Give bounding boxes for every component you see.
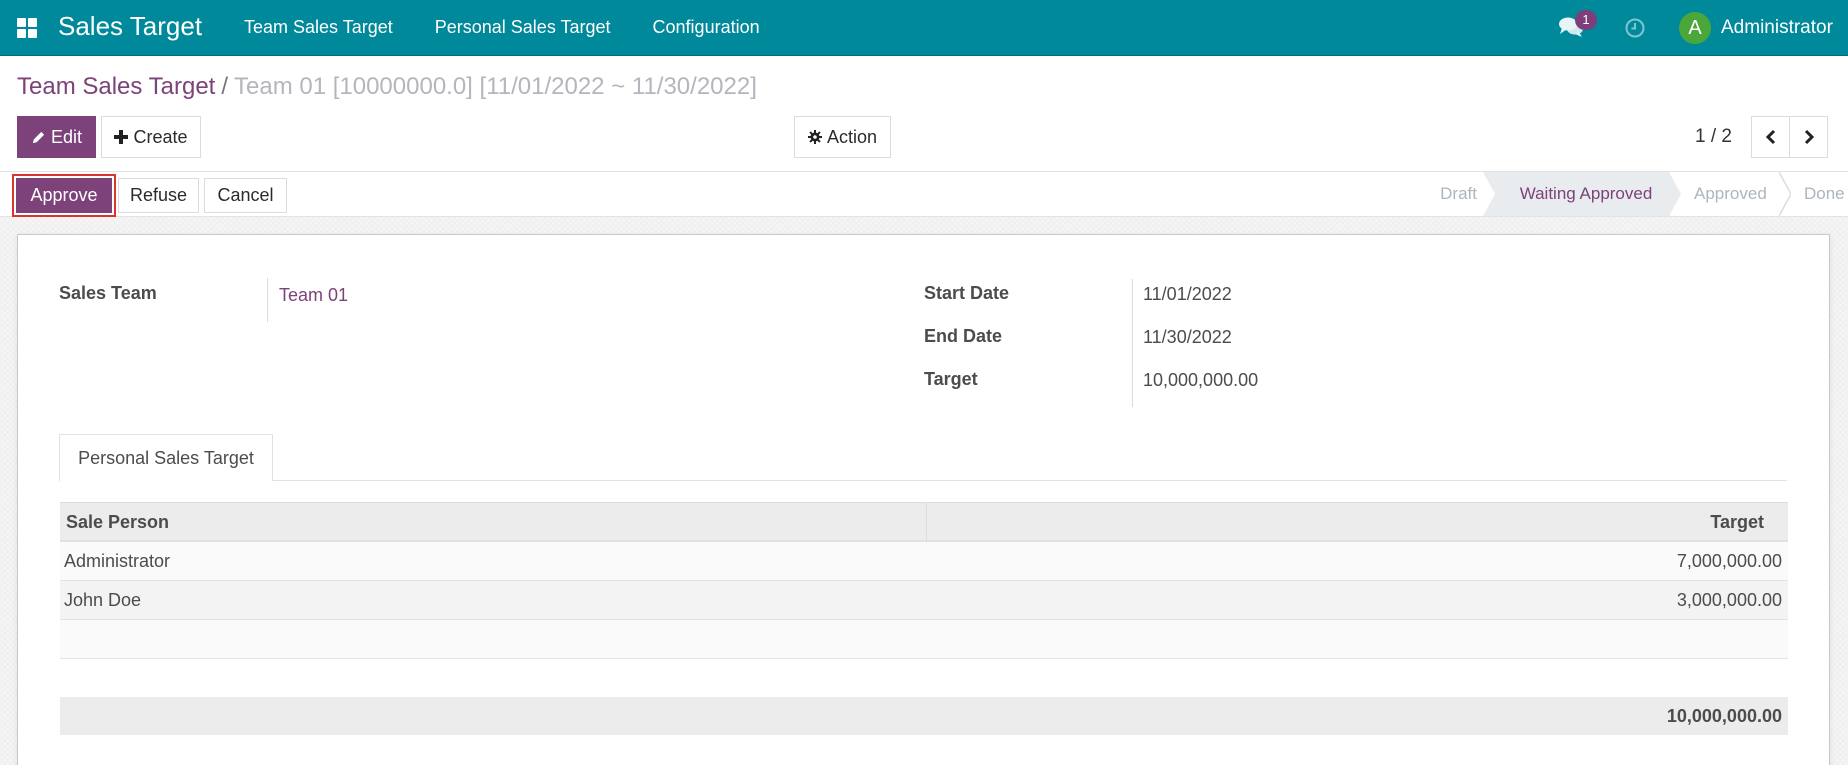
table-header: Sale Person Target xyxy=(60,502,1788,542)
end-date-value: 11/30/2022 xyxy=(1143,327,1232,347)
table-row[interactable]: Administrator 7,000,000.00 xyxy=(60,542,1788,581)
gear-icon xyxy=(807,130,822,144)
menu-team-sales-target[interactable]: Team Sales Target xyxy=(244,17,393,38)
create-button[interactable]: Create xyxy=(101,116,201,158)
table-footer-total: 10,000,000.00 xyxy=(60,697,1788,735)
stage-waiting-approved[interactable]: Waiting Approved xyxy=(1483,172,1681,216)
menu-configuration[interactable]: Configuration xyxy=(653,17,760,38)
table-spacer xyxy=(60,659,1788,697)
target-label: Target xyxy=(924,369,978,389)
table-row-empty xyxy=(60,620,1788,659)
plus-icon xyxy=(114,130,129,144)
row-sale-person: John Doe xyxy=(64,590,142,610)
breadcrumb: Team Sales Target / Team 01 [10000000.0] [… xyxy=(17,73,757,101)
stage-arrow xyxy=(1779,172,1791,216)
total-target: 10,000,000.00 xyxy=(1666,706,1782,726)
table-row[interactable]: John Doe 3,000,000.00 xyxy=(60,581,1788,620)
pencil-icon xyxy=(31,130,46,145)
notification-badge: 1 xyxy=(1575,10,1597,30)
user-name: Administrator xyxy=(1721,17,1833,38)
sales-team-label: Sales Team xyxy=(59,283,157,303)
breadcrumb-parent-link[interactable]: Team Sales Target xyxy=(17,73,215,100)
avatar: A xyxy=(1679,12,1711,44)
start-date-value: 11/01/2022 xyxy=(1143,284,1232,304)
stage-arrow xyxy=(1669,172,1681,216)
apps-menu-icon[interactable] xyxy=(17,18,37,38)
tab-underline xyxy=(59,480,1787,481)
row-sale-person: Administrator xyxy=(64,551,171,571)
menu-personal-sales-target[interactable]: Personal Sales Target xyxy=(435,17,611,38)
stage-approved[interactable]: Approved xyxy=(1670,172,1791,216)
field-divider xyxy=(1132,279,1133,407)
stage-approved-label: Approved xyxy=(1694,184,1767,203)
start-date-label: Start Date xyxy=(924,283,1010,303)
edit-label: Edit xyxy=(50,126,83,147)
action-button[interactable]: Action xyxy=(794,116,891,158)
activity-clock-icon[interactable] xyxy=(1624,17,1646,39)
action-label: Action xyxy=(826,126,878,147)
chevron-left-icon xyxy=(1765,129,1775,145)
cancel-button[interactable]: Cancel xyxy=(204,178,287,213)
create-label: Create xyxy=(133,126,188,147)
column-separator xyxy=(926,503,927,541)
column-header-sale-person[interactable]: Sale Person xyxy=(66,503,169,541)
approve-button[interactable]: Approve xyxy=(16,178,112,213)
row-target: 7,000,000.00 xyxy=(1676,551,1782,571)
breadcrumb-separator: / xyxy=(221,73,228,100)
pager-next-button[interactable] xyxy=(1789,116,1828,158)
chevron-right-icon xyxy=(1804,129,1814,145)
edit-button[interactable]: Edit xyxy=(17,116,96,158)
field-divider xyxy=(267,278,268,322)
column-header-target[interactable]: Target xyxy=(1710,503,1764,541)
stage-waiting-approved-label: Waiting Approved xyxy=(1519,184,1653,203)
app-title: Sales Target xyxy=(58,11,203,41)
row-target: 3,000,000.00 xyxy=(1676,590,1782,610)
stage-arrow xyxy=(1483,172,1495,216)
refuse-button[interactable]: Refuse xyxy=(118,178,199,213)
top-navbar: Sales Target Team Sales Target Personal … xyxy=(0,0,1848,56)
end-date-label: End Date xyxy=(924,326,1003,346)
stage-progress: Draft Waiting Approved Approved Done xyxy=(1411,172,1848,216)
breadcrumb-current: Team 01 [10000000.0] [11/01/2022 ~ 11/30… xyxy=(234,73,757,100)
pager-value[interactable]: 1 / 2 xyxy=(1695,126,1732,148)
main-menu: Team Sales Target Personal Sales Target … xyxy=(244,17,802,38)
stage-done-label: Done xyxy=(1804,184,1845,203)
pager-previous-button[interactable] xyxy=(1751,116,1790,158)
tab-personal-sales-target[interactable]: Personal Sales Target xyxy=(59,434,273,482)
target-value: 10,000,000.00 xyxy=(1143,370,1259,390)
sales-team-value[interactable]: Team 01 xyxy=(279,285,348,306)
stage-draft-label: Draft xyxy=(1440,184,1477,203)
user-menu[interactable]: A Administrator xyxy=(1679,12,1833,44)
personal-targets-table: Sale Person Target Administrator 7,000,0… xyxy=(60,502,1788,735)
